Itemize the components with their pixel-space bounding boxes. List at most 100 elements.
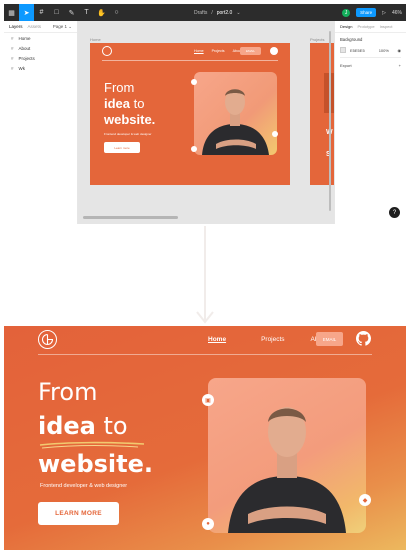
background-section: Background E5E5E5 100% ◉ Export + (335, 33, 406, 72)
layer-label: Projects (18, 55, 35, 61)
share-button[interactable]: Share (356, 8, 377, 17)
chevron-down-icon: ⌄ (236, 9, 241, 16)
underline-swoosh-icon (39, 441, 145, 449)
portrait-image (208, 378, 366, 533)
file-breadcrumb[interactable]: Drafts / port2.0 ⌄ (194, 4, 241, 21)
layers-panel-tabs: Layers Assets Page 1 ⌄ (4, 21, 77, 33)
hero-subtitle: Frontend developer & web designer (40, 483, 128, 489)
email-button[interactable]: EMAIL (316, 332, 343, 346)
frame-icon: # (11, 65, 14, 71)
mini-badge-icon (272, 131, 278, 137)
layer-label: Home (18, 35, 31, 41)
background-fill-row[interactable]: E5E5E5 100% ◉ (340, 47, 401, 53)
breadcrumb-separator: / (211, 9, 213, 16)
page-selector[interactable]: Page 1 ⌄ (53, 24, 72, 30)
background-opacity[interactable]: 100% (379, 48, 389, 53)
mini-email-button: EMAIL (240, 47, 261, 55)
present-icon[interactable]: ▷ (382, 10, 386, 16)
design-canvas[interactable]: Home Projects Home Projects About EMAIL … (78, 21, 334, 224)
mini-divider (102, 60, 278, 61)
mini-hero-line1: From (104, 80, 135, 95)
hero-line2-strong: idea (38, 412, 96, 440)
canvas-vertical-scrollbar[interactable] (329, 31, 331, 211)
site-logo-icon[interactable] (38, 330, 57, 349)
mini-learn-more-button: Learn more (104, 142, 140, 153)
learn-more-button[interactable]: LEARN MORE (38, 502, 119, 525)
hero-line2: idea to (38, 412, 128, 440)
layers-panel: Layers Assets Page 1 ⌄ # Home # About # Pro… (4, 21, 78, 224)
nav-home-link[interactable]: Home (208, 336, 226, 343)
tab-design[interactable]: Design (340, 24, 352, 29)
frame-home[interactable]: Home Projects About EMAIL From idea to w… (90, 43, 290, 185)
mini-badge-icon (191, 79, 197, 85)
header-divider (38, 354, 372, 355)
person-illustration (228, 407, 346, 533)
pen-tool-icon[interactable]: ✎ (64, 4, 79, 21)
mini-hero-line2: idea to (104, 97, 144, 111)
code-badge-icon: ▣ (202, 394, 214, 406)
panel-divider (340, 57, 401, 58)
move-tool-icon[interactable]: ➤ (19, 4, 34, 21)
tab-inspect[interactable]: Inspect (380, 24, 393, 29)
avatar[interactable]: J (342, 8, 351, 17)
export-label: Export (340, 63, 352, 68)
mini-github-icon (270, 47, 278, 55)
mini-hero-subtitle: Frontend developer & web designer (104, 132, 152, 136)
mini-nav: Home Projects About (194, 49, 242, 53)
hero-line1: From (38, 378, 98, 406)
screenshot-root: ▦ ➤ # □ ✎ T ✋ ○ Drafts / port2.0 ⌄ J Sha… (0, 0, 410, 550)
canvas-horizontal-scrollbar[interactable] (83, 216, 178, 219)
background-label: Background (340, 37, 363, 42)
layer-label: Wk (18, 65, 26, 71)
comment-tool-icon[interactable]: ○ (109, 4, 124, 21)
frame-icon: # (11, 45, 14, 51)
color-swatch[interactable] (340, 47, 346, 53)
monogram-icon (41, 333, 54, 346)
mini-hero-line3: website. (104, 112, 156, 127)
hero-line2-rest: to (95, 412, 128, 440)
layer-item[interactable]: # Wk (4, 63, 77, 73)
nav-projects-link[interactable]: Projects (261, 336, 284, 343)
zoom-level[interactable]: 46% (392, 10, 402, 16)
mini-nav-home: Home (194, 49, 204, 53)
frame-icon: # (11, 35, 14, 41)
text-tool-icon[interactable]: T (79, 4, 94, 21)
project-path: Drafts (194, 9, 208, 16)
file-name: port2.0 (216, 9, 233, 16)
mini-logo-icon (102, 46, 112, 56)
mini-badge-icon (191, 146, 197, 152)
page-selector-label: Page 1 (52, 23, 67, 29)
properties-panel: Design Prototype Inspect Background E5E5… (334, 21, 406, 224)
tab-prototype[interactable]: Prototype (357, 24, 374, 29)
mini-hero-line2-strong: idea (104, 96, 131, 111)
layer-item[interactable]: # About (4, 43, 77, 53)
github-icon[interactable] (356, 331, 371, 346)
frame-label-projects[interactable]: Projects (310, 37, 324, 42)
main-menu-icon[interactable]: ▦ (4, 4, 19, 21)
hand-tool-icon[interactable]: ✋ (94, 4, 109, 21)
layer-item[interactable]: # Home (4, 33, 77, 43)
mini-portrait-image (194, 72, 277, 155)
eye-icon[interactable]: ◉ (398, 48, 402, 53)
shape-tool-icon[interactable]: □ (49, 4, 64, 21)
help-button[interactable]: ? (389, 207, 400, 218)
figma-toolbar: ▦ ➤ # □ ✎ T ✋ ○ Drafts / port2.0 ⌄ J Sha… (4, 4, 406, 21)
tab-assets[interactable]: Assets (28, 24, 42, 29)
frame-label-home[interactable]: Home (90, 37, 101, 42)
figma-badge-icon: ◆ (359, 494, 371, 506)
mini-hero-line2-rest: to (130, 96, 145, 111)
hero-line3: website. (38, 450, 154, 478)
tab-layers[interactable]: Layers (9, 24, 23, 29)
mini-person-illustration (202, 89, 269, 155)
toolbar-right: J Share ▷ 46% (342, 4, 402, 21)
properties-tabs: Design Prototype Inspect (335, 21, 406, 33)
plus-icon[interactable]: + (399, 63, 401, 68)
figma-editor: ▦ ➤ # □ ✎ T ✋ ○ Drafts / port2.0 ⌄ J Sha… (4, 4, 406, 224)
design-badge-icon: ● (202, 518, 214, 530)
frame-tool-icon[interactable]: # (34, 4, 49, 21)
export-row[interactable]: Export + (340, 63, 401, 68)
layer-item[interactable]: # Projects (4, 53, 77, 63)
mini-nav-projects: Projects (211, 49, 225, 53)
background-hex[interactable]: E5E5E5 (350, 48, 365, 53)
layer-label: About (18, 45, 31, 51)
